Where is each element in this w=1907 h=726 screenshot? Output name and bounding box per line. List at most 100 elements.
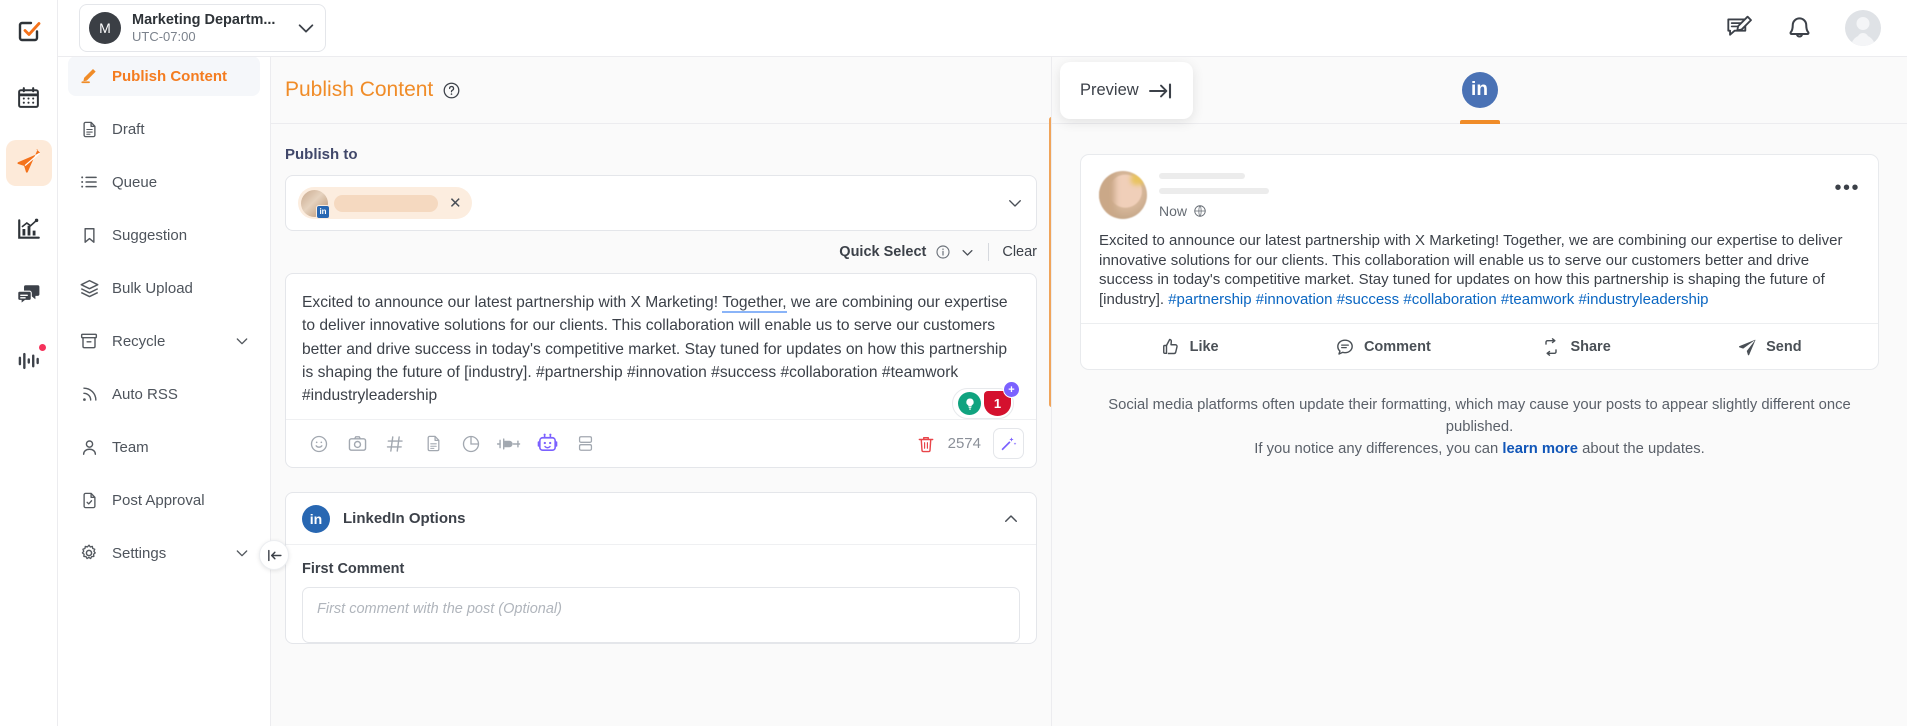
question-mark-icon[interactable] — [442, 81, 461, 100]
rail-item-logo[interactable] — [6, 8, 52, 54]
share-button[interactable]: Share — [1480, 337, 1673, 357]
workspace-selector[interactable]: M Marketing Departm... UTC-07:00 — [79, 4, 326, 52]
info-icon[interactable] — [935, 244, 951, 260]
clear-button[interactable]: Clear — [1002, 244, 1037, 260]
page-title: Publish Content — [285, 78, 434, 101]
sidebar-label: Queue — [112, 173, 158, 191]
document-icon[interactable] — [414, 427, 452, 461]
composer-textarea[interactable]: Excited to announce our latest partnersh… — [286, 274, 1036, 419]
main-area: Publish Content Publish to in ✕ Quick Se… — [271, 0, 1907, 726]
sidebar-collapse-button[interactable] — [259, 540, 289, 570]
sidebar-item-publish-content[interactable]: Publish Content — [68, 56, 260, 96]
bookmark-icon — [78, 224, 100, 246]
post-body: Excited to announce our latest partnersh… — [1081, 219, 1878, 323]
sidebar-item-auto-rss[interactable]: Auto RSS — [68, 374, 260, 414]
document-icon — [78, 118, 100, 140]
sidebar-item-post-approval[interactable]: Post Approval — [68, 480, 260, 520]
sidebar-item-suggestion[interactable]: Suggestion — [68, 215, 260, 255]
send-button[interactable]: Send — [1673, 337, 1866, 357]
bell-icon[interactable] — [1786, 15, 1813, 42]
linkedin-options-card: in LinkedIn Options First Comment First … — [285, 492, 1037, 645]
publish-to-label: Publish to — [285, 146, 358, 163]
post-hashtags[interactable]: #partnership #innovation #success #colla… — [1168, 291, 1708, 308]
quick-select-row: Quick Select Clear — [285, 231, 1037, 273]
preview-column: in Now ••• Excited to announce our lates… — [1052, 57, 1907, 726]
first-comment-input[interactable]: First comment with the post (Optional) — [302, 587, 1020, 644]
emoji-icon[interactable] — [300, 427, 338, 461]
comment-label: Comment — [1363, 338, 1431, 355]
account-avatar: in — [301, 189, 330, 219]
composer-toolbar-right: 2574 — [916, 428, 1024, 460]
compose-icon[interactable] — [1725, 14, 1754, 43]
learn-more-link[interactable]: learn more — [1502, 441, 1578, 457]
checkbox-logo-icon — [18, 21, 40, 42]
sidebar-label: Recycle — [112, 332, 166, 350]
sidebar-item-settings[interactable]: Settings — [68, 533, 260, 573]
rail-item-publish[interactable] — [5, 140, 52, 186]
editor-body: Publish to in ✕ Quick Select Clear Excit… — [271, 124, 1051, 645]
rail-item-calendar[interactable] — [6, 74, 52, 120]
footnote-line-3-before: If you notice any differences, you can — [1254, 441, 1503, 457]
workspace-text: Marketing Departm... UTC-07:00 — [132, 12, 295, 44]
post-composer[interactable]: Excited to announce our latest partnersh… — [285, 273, 1037, 469]
more-horizontal-icon[interactable]: ••• — [1834, 171, 1860, 198]
send-icon — [1739, 339, 1756, 355]
camera-icon[interactable] — [338, 427, 376, 461]
grammar-flagged-word[interactable]: Together, — [722, 294, 787, 313]
footnote-line-3-after: about the updates. — [1578, 441, 1705, 457]
robot-icon[interactable] — [528, 427, 566, 461]
sidebar-item-recycle[interactable]: Recycle — [68, 321, 260, 361]
post-author-info: Now — [1159, 171, 1834, 219]
account-chip[interactable]: in ✕ — [298, 187, 472, 219]
chevron-up-icon[interactable] — [1002, 510, 1020, 528]
sidebar-label: Bulk Upload — [112, 279, 193, 297]
sidebar-label: Settings — [112, 544, 167, 562]
rail-item-monitor[interactable] — [6, 338, 52, 384]
chip-remove-icon[interactable]: ✕ — [449, 194, 462, 212]
sidebar-item-draft[interactable]: Draft — [68, 109, 260, 149]
first-comment-label: First Comment — [302, 561, 405, 578]
sidebar: Publish Content Draft Queue Suggestion B… — [58, 0, 289, 726]
linkedin-options-body: First Comment First comment with the pos… — [286, 545, 1036, 644]
sidebar-item-queue[interactable]: Queue — [68, 162, 260, 202]
comment-button[interactable]: Comment — [1286, 337, 1479, 357]
workspace-chevron-icon[interactable] — [295, 17, 317, 39]
user-avatar[interactable] — [1845, 10, 1881, 46]
magic-wand-button[interactable] — [993, 428, 1024, 460]
share-label: Share — [1570, 338, 1611, 355]
publish-to-field[interactable]: in ✕ — [285, 175, 1037, 231]
quick-select-chevron-icon[interactable] — [960, 245, 975, 260]
workspace-name: Marketing Departm... — [132, 12, 276, 28]
page-header: Publish Content — [271, 57, 1051, 124]
sidebar-label: Publish Content — [112, 67, 227, 85]
pie-chart-icon[interactable] — [452, 427, 490, 461]
rail-item-analytics[interactable] — [6, 206, 52, 252]
author-headline-redacted — [1159, 188, 1269, 194]
quick-select-label[interactable]: Quick Select — [839, 244, 926, 260]
rss-icon — [78, 383, 100, 405]
icon-rail — [0, 0, 58, 726]
like-button[interactable]: Like — [1093, 337, 1286, 357]
hashtag-icon[interactable] — [376, 427, 414, 461]
preview-tab-linkedin[interactable]: in — [1448, 57, 1512, 124]
rail-item-inbox[interactable] — [6, 272, 52, 318]
chevron-down-icon[interactable] — [234, 333, 250, 349]
pulse-icon — [18, 352, 39, 370]
ai-assist-pill[interactable]: 1 + — [952, 381, 1020, 420]
linkedin-options-header[interactable]: in LinkedIn Options — [286, 493, 1036, 546]
sidebar-label: Team — [112, 438, 149, 456]
plug-icon[interactable] — [490, 427, 528, 461]
trash-icon[interactable] — [916, 434, 936, 454]
sidebar-item-bulk-upload[interactable]: Bulk Upload — [68, 268, 260, 308]
top-bar-actions — [1725, 10, 1907, 46]
preview-toggle-button[interactable]: Preview — [1060, 62, 1193, 119]
workspace-timezone: UTC-07:00 — [132, 29, 196, 44]
sidebar-label: Draft — [112, 120, 145, 138]
publish-to-chevron-icon[interactable] — [1006, 194, 1024, 212]
template-icon[interactable] — [566, 427, 604, 461]
sidebar-item-team[interactable]: Team — [68, 427, 260, 467]
chevron-down-icon[interactable] — [234, 545, 250, 561]
chart-icon — [17, 218, 40, 239]
post-action-bar: Like Comment Share Send — [1081, 323, 1878, 369]
linkedin-icon: in — [1461, 72, 1498, 108]
